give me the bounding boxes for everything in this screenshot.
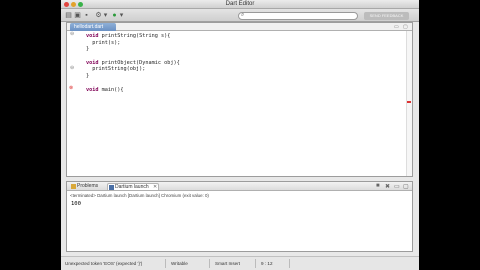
code-line[interactable] xyxy=(86,93,180,100)
editor-gutter: ⊖ ⊖ ⊗ xyxy=(67,31,79,176)
search-field[interactable]: ⌕ xyxy=(238,12,358,20)
code-line[interactable] xyxy=(86,160,180,167)
tab-dartium-launch[interactable]: Dartium launch ✕ xyxy=(107,183,159,190)
maximize-editor-icon[interactable]: ▢ xyxy=(403,24,408,30)
terminate-icon[interactable]: ■ xyxy=(376,183,380,189)
code-line[interactable] xyxy=(86,153,180,160)
open-folder-icon[interactable]: ▣ xyxy=(74,12,81,19)
send-feedback-button[interactable]: SEND FEEDBACK xyxy=(364,12,409,20)
editor-file-tab[interactable]: hellodart.dart xyxy=(70,23,116,31)
console-tab-bar: Problems Dartium launch ✕ ■ ✖ ▭ ▢ xyxy=(67,182,412,191)
code-text[interactable]: void printString(String s){ print(s);} vo… xyxy=(86,33,180,167)
code-line[interactable] xyxy=(86,53,180,60)
status-divider xyxy=(209,259,210,268)
fold-icon[interactable]: ⊖ xyxy=(70,32,74,37)
keyword-token: void xyxy=(86,86,99,93)
error-overview-marker[interactable] xyxy=(407,101,411,103)
console-output: 100 xyxy=(71,201,81,207)
run-icon[interactable]: ● xyxy=(111,12,118,19)
status-divider xyxy=(289,259,290,268)
code-line[interactable]: void printObject(Dynamic obj){ xyxy=(86,60,180,67)
close-tab-icon[interactable]: ✕ xyxy=(153,184,157,190)
error-icon[interactable]: ⊗ xyxy=(69,86,73,91)
tab-problems-label: Problems xyxy=(77,183,99,189)
console-panel: Problems Dartium launch ✕ ■ ✖ ▭ ▢ <termi… xyxy=(66,181,413,252)
run-dropdown-icon[interactable]: ▾ xyxy=(118,12,125,19)
code-line[interactable]: } xyxy=(86,73,180,80)
settings-dropdown-icon[interactable]: ▾ xyxy=(102,12,109,19)
keyword-token: void xyxy=(86,33,99,39)
code-line[interactable]: void main(){ xyxy=(86,87,180,94)
maximize-console-icon[interactable]: ▢ xyxy=(403,183,409,190)
code-line[interactable] xyxy=(86,80,180,87)
console-icon xyxy=(109,185,114,190)
status-writable: Writable xyxy=(171,261,188,266)
new-file-icon[interactable]: ▤ xyxy=(65,12,72,19)
console-status: <terminated> Dartium launch [Dartium lau… xyxy=(70,193,209,198)
status-bar: Unexpected token 'EOS' (expected '}') Wr… xyxy=(61,256,419,270)
code-line[interactable] xyxy=(86,100,180,107)
status-message: Unexpected token 'EOS' (expected '}') xyxy=(65,261,143,266)
code-line[interactable] xyxy=(86,120,180,127)
minimize-console-icon[interactable]: ▭ xyxy=(394,183,400,190)
minimize-editor-icon[interactable]: ▭ xyxy=(394,24,399,30)
tab-problems[interactable]: Problems xyxy=(70,183,106,190)
editor-scrollbar[interactable] xyxy=(406,31,412,176)
code-line[interactable]: print(s); xyxy=(86,40,180,47)
fold-icon[interactable]: ⊖ xyxy=(70,66,74,71)
code-line[interactable]: printString(obj); xyxy=(86,66,180,73)
main-toolbar: ▤ ▣ ▪ ⚙ ▾ ● ▾ ⌕ SEND FEEDBACK xyxy=(61,9,419,22)
tab-dartium-launch-label: Dartium launch xyxy=(115,184,149,190)
window-title: Dart Editor xyxy=(225,1,255,7)
title-bar: Dart Editor xyxy=(61,0,419,9)
search-icon: ⌕ xyxy=(241,12,245,18)
code-line[interactable] xyxy=(86,147,180,154)
remove-launch-icon[interactable]: ✖ xyxy=(385,183,390,190)
code-line[interactable]: void printString(String s){ xyxy=(86,33,180,40)
code-line[interactable]: } xyxy=(86,46,180,53)
status-cursor-position: 9 : 12 xyxy=(261,261,273,266)
code-editor[interactable]: hellodart.dart ▭ ▢ ⊖ ⊖ ⊗ void printStrin… xyxy=(66,22,413,177)
code-line[interactable] xyxy=(86,113,180,120)
save-icon[interactable]: ▪ xyxy=(83,12,90,19)
status-divider xyxy=(165,259,166,268)
keyword-token: void xyxy=(86,59,99,66)
problems-icon xyxy=(71,184,76,189)
settings-icon[interactable]: ⚙ xyxy=(95,12,102,19)
code-line[interactable] xyxy=(86,107,180,114)
dart-editor-window: Dart Editor ▤ ▣ ▪ ⚙ ▾ ● ▾ ⌕ SEND FEEDBAC… xyxy=(61,0,419,270)
code-line[interactable] xyxy=(86,133,180,140)
code-line[interactable] xyxy=(86,140,180,147)
editor-tab-bar: hellodart.dart ▭ ▢ xyxy=(67,23,412,31)
status-divider xyxy=(255,259,256,268)
code-line[interactable] xyxy=(86,127,180,134)
status-insert-mode: Smart Insert xyxy=(215,261,241,266)
